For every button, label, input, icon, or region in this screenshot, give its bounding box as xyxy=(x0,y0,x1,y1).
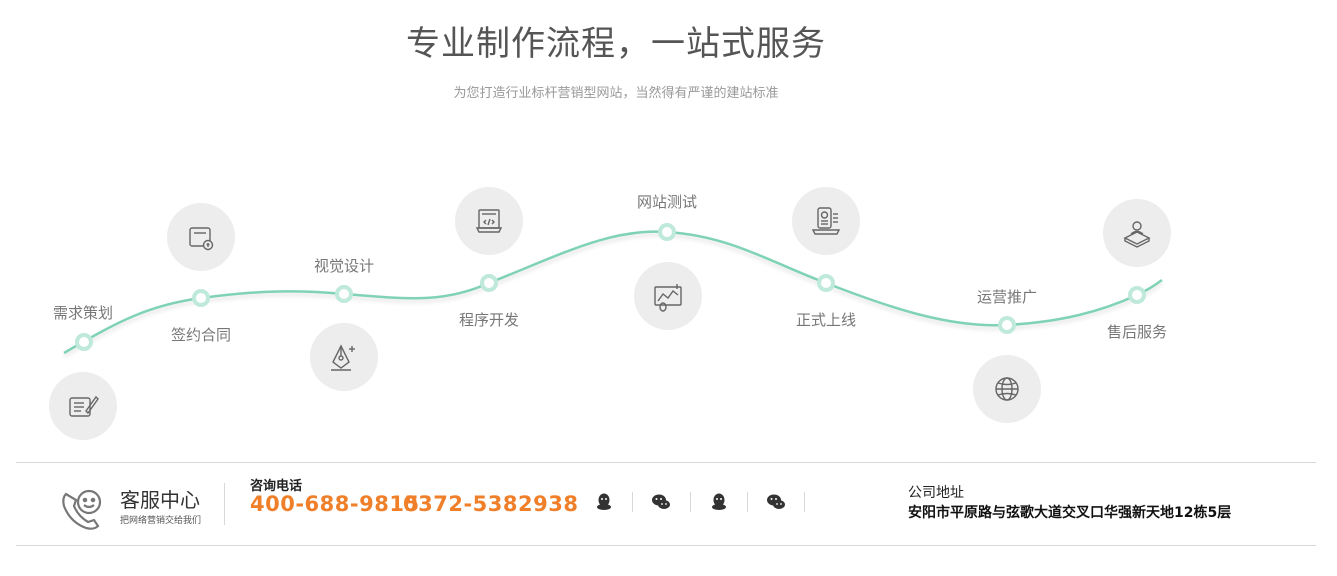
step-node-7[interactable] xyxy=(998,316,1016,334)
chart-test-icon xyxy=(654,284,682,312)
process-flow: 需求策划 签约合同 视觉设计 程序开发 网站测试 正式上线 运营推广 售后服务 xyxy=(0,0,1337,460)
qq-link-2[interactable] xyxy=(707,490,731,514)
step-label-3: 视觉设计 xyxy=(313,257,375,275)
social-divider-2 xyxy=(690,492,691,512)
qq-icon xyxy=(712,493,726,510)
pen-nib-icon xyxy=(331,344,355,371)
footer-top-divider xyxy=(16,462,1316,463)
step-label-5: 网站测试 xyxy=(636,193,698,211)
step-label-6: 正式上线 xyxy=(795,311,857,329)
step-label-1: 需求策划 xyxy=(52,304,114,322)
phone-number-1[interactable]: 400-688-9815 xyxy=(250,492,420,516)
step-node-2[interactable] xyxy=(192,289,210,307)
step-label-7: 运营推广 xyxy=(976,288,1038,306)
step-circle-6[interactable] xyxy=(792,187,860,255)
wechat-link-2[interactable] xyxy=(764,490,788,514)
wechat-link-1[interactable] xyxy=(649,490,673,514)
phone-laptop-icon xyxy=(811,207,841,235)
social-divider-1 xyxy=(632,492,633,512)
qq-icon xyxy=(597,493,611,510)
wechat-icon xyxy=(767,494,785,509)
step-node-3[interactable] xyxy=(335,285,353,303)
step-node-4[interactable] xyxy=(480,274,498,292)
step-circle-7[interactable] xyxy=(973,355,1041,423)
step-circle-5[interactable] xyxy=(634,262,702,330)
step-node-8[interactable] xyxy=(1128,286,1146,304)
social-divider-3 xyxy=(747,492,748,512)
phone-headset-icon xyxy=(62,489,102,530)
wechat-icon xyxy=(652,494,670,509)
step-circle-1[interactable] xyxy=(49,372,117,440)
address-label: 公司地址 xyxy=(908,485,964,501)
code-monitor-icon xyxy=(475,209,503,233)
footer-bottom-divider xyxy=(16,545,1316,546)
step-label-4: 程序开发 xyxy=(458,311,520,329)
step-circle-4[interactable] xyxy=(455,187,523,255)
customer-service xyxy=(56,482,108,534)
globe-icon xyxy=(995,377,1019,401)
qq-link-1[interactable] xyxy=(592,490,616,514)
service-center-title: 客服中心 xyxy=(120,488,200,512)
pen-document-icon xyxy=(69,395,99,417)
support-person-icon xyxy=(1123,221,1151,248)
step-label-2: 签约合同 xyxy=(170,326,232,344)
step-node-1[interactable] xyxy=(75,333,93,351)
step-label-8: 售后服务 xyxy=(1106,323,1168,341)
step-circle-3[interactable] xyxy=(310,323,378,391)
step-node-6[interactable] xyxy=(817,274,835,292)
service-divider xyxy=(224,483,225,525)
folder-contract-icon xyxy=(189,227,214,251)
phone-number-2[interactable]: 0372-5382938 xyxy=(403,492,578,516)
address-value: 安阳市平原路与弦歌大道交叉口华强新天地12栋5层 xyxy=(908,505,1232,521)
service-center-subtitle: 把网络营销交给我们 xyxy=(120,516,202,526)
social-divider-4 xyxy=(804,492,805,512)
step-circle-2[interactable] xyxy=(167,203,235,271)
step-node-5[interactable] xyxy=(658,223,676,241)
step-circle-8[interactable] xyxy=(1103,199,1171,267)
